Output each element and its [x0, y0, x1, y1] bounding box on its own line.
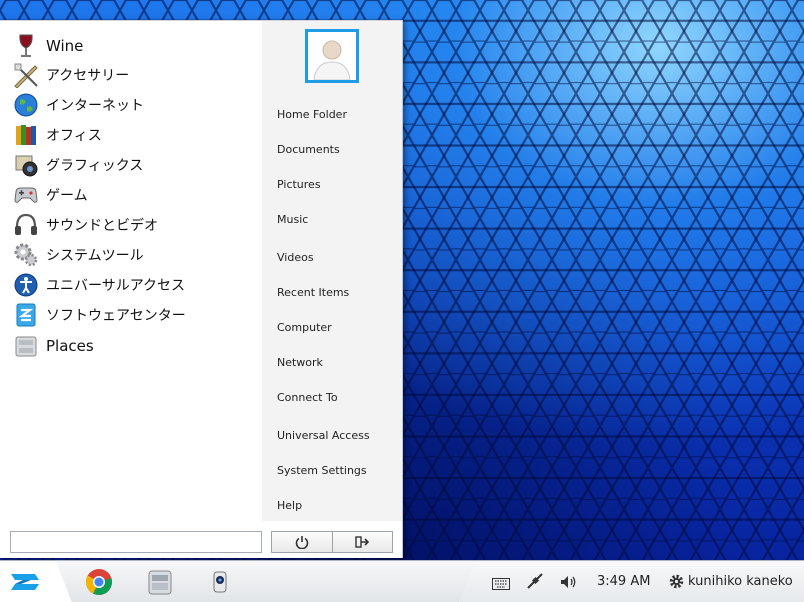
app-category-label: ユニバーサルアクセス: [46, 278, 186, 294]
start-button[interactable]: [0, 561, 72, 602]
start-menu: Wine アクセサリー インターネット オフィス グラフィックス ゲーム サウン…: [0, 20, 403, 558]
chrome-icon: [85, 569, 112, 596]
app-category-wine[interactable]: Wine: [12, 31, 257, 61]
games-icon: [12, 181, 40, 209]
app-category-software-center[interactable]: ソフトウェアセンター: [12, 300, 257, 330]
app-category-label: ゲーム: [46, 188, 88, 204]
clock[interactable]: 3:49 AM: [597, 574, 650, 589]
power-icon: [295, 536, 309, 549]
app-category-office[interactable]: オフィス: [12, 120, 257, 150]
app-category-games[interactable]: ゲーム: [12, 180, 257, 210]
webcam-taskbar-button[interactable]: [205, 567, 235, 597]
place-connect-to[interactable]: Connect To: [277, 391, 338, 404]
files-icon: [148, 570, 172, 595]
place-pictures[interactable]: Pictures: [277, 178, 321, 191]
place-documents[interactable]: Documents: [277, 143, 340, 156]
user-icon: [313, 40, 351, 80]
app-category-system-tools[interactable]: システムツール: [12, 240, 257, 270]
app-category-label: Places: [46, 337, 94, 355]
app-category-label: システムツール: [46, 248, 144, 264]
app-category-sound-video[interactable]: サウンドとビデオ: [12, 210, 257, 240]
taskbar: 3:49 AM kunihiko kaneko: [0, 560, 804, 602]
keyboard-icon[interactable]: [492, 575, 510, 594]
app-category-label: オフィス: [46, 128, 102, 144]
logout-icon: [354, 536, 369, 548]
universal-access-icon: [12, 271, 40, 299]
place-home-folder[interactable]: Home Folder: [277, 108, 347, 121]
app-category-label: グラフィックス: [46, 158, 144, 174]
app-category-graphics[interactable]: グラフィックス: [12, 150, 257, 180]
app-category-places[interactable]: Places: [12, 331, 257, 361]
place-computer[interactable]: Computer: [277, 321, 332, 334]
places-panel: Home Folder Documents Pictures Music Vid…: [262, 21, 402, 521]
volume-icon[interactable]: [560, 574, 578, 593]
internet-icon: [12, 91, 40, 119]
app-category-label: インターネット: [46, 98, 144, 114]
place-system-settings[interactable]: System Settings: [277, 464, 367, 477]
place-help[interactable]: Help: [277, 499, 302, 512]
user-avatar[interactable]: [305, 29, 359, 83]
place-universal-access[interactable]: Universal Access: [277, 429, 370, 442]
accessories-icon: [12, 61, 40, 89]
app-category-accessories[interactable]: アクセサリー: [12, 60, 257, 90]
place-music[interactable]: Music: [277, 213, 308, 226]
logout-button[interactable]: [332, 531, 393, 553]
gear-icon: [669, 574, 684, 589]
user-name: kunihiko kaneko: [688, 574, 793, 589]
app-category-label: サウンドとビデオ: [46, 218, 158, 234]
wine-icon: [12, 32, 40, 60]
webcam-icon: [213, 571, 227, 593]
sound-video-icon: [12, 211, 40, 239]
graphics-icon: [12, 151, 40, 179]
files-taskbar-button[interactable]: [145, 567, 175, 597]
office-icon: [12, 121, 40, 149]
places-icon: [12, 332, 40, 360]
app-category-label: Wine: [46, 37, 84, 55]
system-tools-icon: [12, 241, 40, 269]
app-category-universal-access[interactable]: ユニバーサルアクセス: [12, 270, 257, 300]
zorin-logo-icon: [11, 574, 39, 590]
app-category-label: アクセサリー: [46, 68, 130, 84]
app-category-internet[interactable]: インターネット: [12, 90, 257, 120]
software-center-icon: [12, 301, 40, 329]
place-videos[interactable]: Videos: [277, 251, 314, 264]
chrome-taskbar-button[interactable]: [84, 567, 114, 597]
place-network[interactable]: Network: [277, 356, 323, 369]
user-menu[interactable]: kunihiko kaneko: [669, 574, 793, 589]
app-categories: Wine アクセサリー インターネット オフィス グラフィックス ゲーム サウン…: [4, 21, 262, 521]
place-recent-items[interactable]: Recent Items: [277, 286, 349, 299]
search-input[interactable]: [10, 531, 262, 553]
app-category-label: ソフトウェアセンター: [46, 308, 186, 324]
power-button[interactable]: [271, 531, 333, 553]
network-icon[interactable]: [526, 572, 544, 594]
